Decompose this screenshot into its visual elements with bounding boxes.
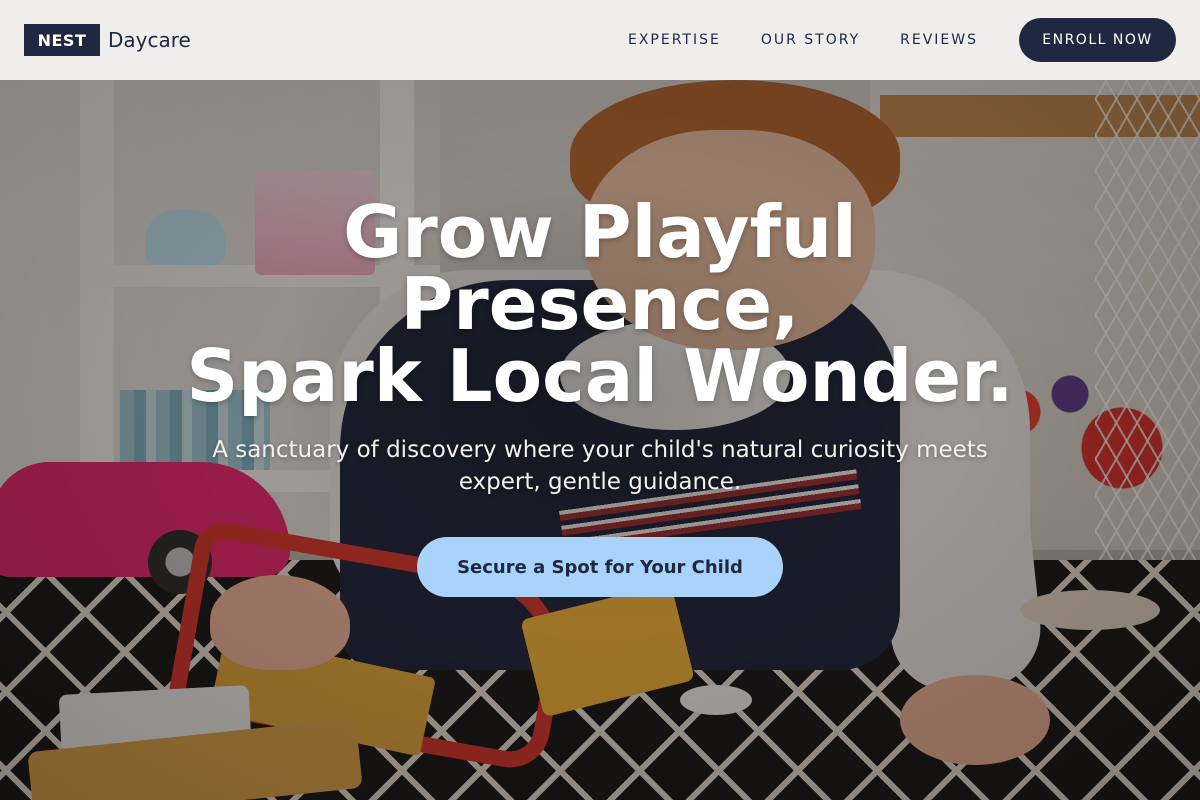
- hero-title-line-2: Presence,: [400, 262, 800, 346]
- site-header: NEST Daycare EXPERTISE OUR STORY REVIEWS…: [0, 0, 1200, 80]
- brand-logo-link[interactable]: NEST Daycare: [24, 24, 191, 56]
- secure-spot-button[interactable]: Secure a Spot for Your Child: [417, 537, 783, 597]
- hero-subtitle: A sanctuary of discovery where your chil…: [212, 437, 988, 495]
- hero-content: Grow Playful Presence, Spark Local Wonde…: [0, 196, 1200, 597]
- hero-section: NEST Daycare EXPERTISE OUR STORY REVIEWS…: [0, 0, 1200, 800]
- hero-title-line-3: Spark Local Wonder.: [186, 334, 1014, 418]
- nav-link-expertise[interactable]: EXPERTISE: [628, 32, 721, 48]
- nav-link-our-story[interactable]: OUR STORY: [761, 32, 860, 48]
- hero-title-line-1: Grow Playful: [343, 190, 857, 274]
- brand-badge: NEST: [24, 24, 100, 56]
- main-nav: EXPERTISE OUR STORY REVIEWS ENROLL NOW: [628, 18, 1176, 62]
- hero-title: Grow Playful Presence, Spark Local Wonde…: [0, 196, 1200, 412]
- brand-name: Daycare: [108, 28, 191, 52]
- enroll-now-button[interactable]: ENROLL NOW: [1019, 18, 1176, 62]
- nav-link-reviews[interactable]: REVIEWS: [900, 32, 978, 48]
